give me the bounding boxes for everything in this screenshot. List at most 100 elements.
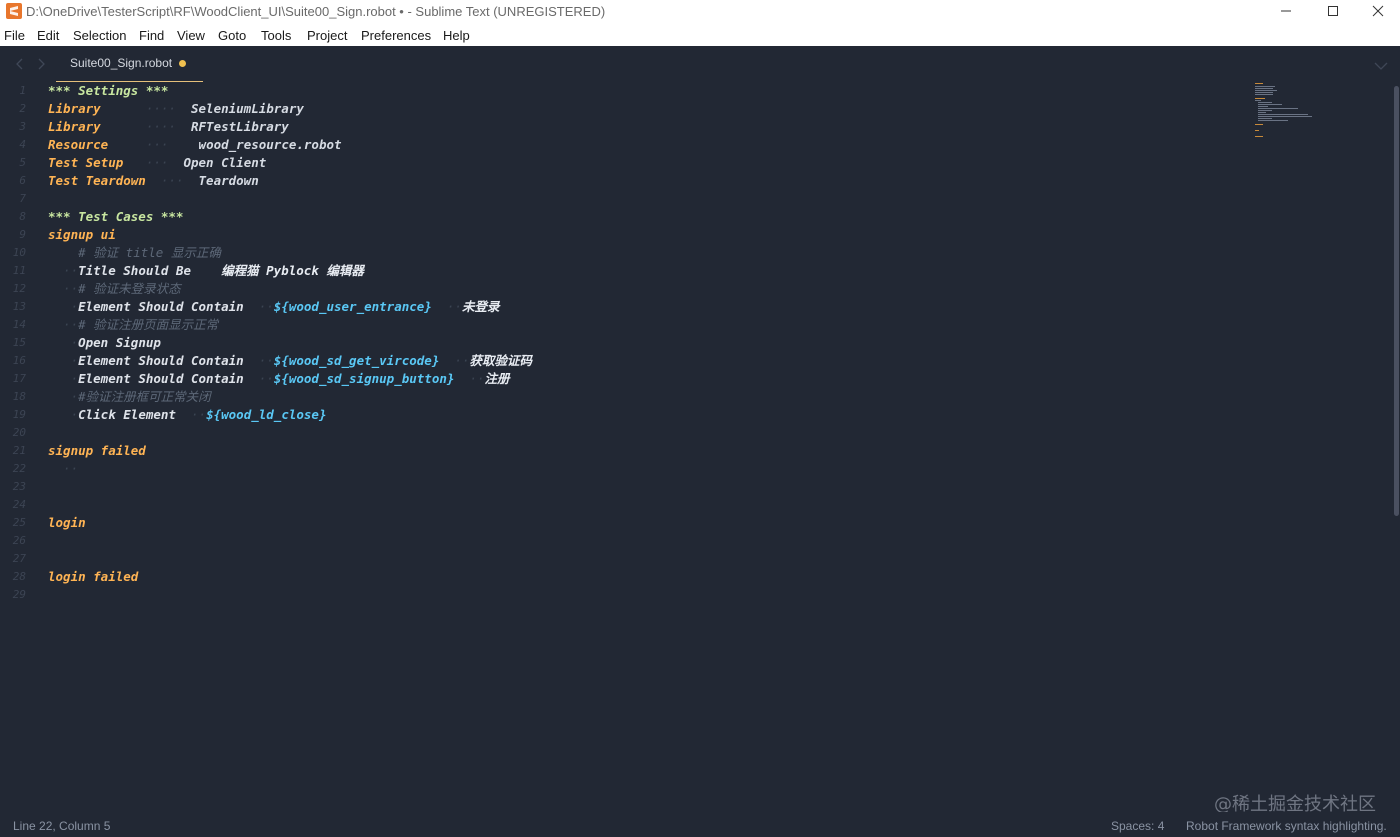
code-line[interactable]: ·· [48, 460, 78, 478]
code-line[interactable]: ··# 验证注册页面显示正常 [48, 316, 218, 334]
code-token-setting: Library [48, 101, 101, 116]
scrollbar-thumb[interactable] [1394, 86, 1399, 516]
menu-edit[interactable]: Edit [37, 28, 59, 43]
menu-project[interactable]: Project [307, 28, 347, 43]
code-token-setting: Library [48, 119, 101, 134]
syntax-selector[interactable]: Robot Framework syntax highlighting. [1186, 819, 1387, 833]
status-bar: Line 22, Column 5 Spaces: 4 Robot Framew… [0, 812, 1400, 837]
code-token-comment: # 验证 title 显示正确 [48, 245, 221, 260]
menu-selection[interactable]: Selection [73, 28, 126, 43]
line-number: 18 [12, 390, 26, 403]
chevron-left-icon[interactable] [14, 57, 26, 70]
code-token-dots: · [48, 335, 79, 350]
chevron-down-icon[interactable] [1374, 58, 1388, 70]
code-line[interactable]: Library ···· RFTestLibrary [48, 118, 289, 136]
code-token-kw: Open Signup [78, 335, 161, 350]
code-token-dots: ·· [48, 317, 79, 332]
line-number: 13 [12, 300, 26, 313]
menu-view[interactable]: View [177, 28, 205, 43]
code-line[interactable]: login [48, 514, 86, 532]
code-token-kw: Click Element [78, 407, 176, 422]
minimize-button[interactable] [1263, 0, 1309, 23]
code-line[interactable]: Test Teardown ··· Teardown [48, 172, 259, 190]
unsaved-dot-icon[interactable] [179, 60, 186, 67]
code-line[interactable]: signup ui [48, 226, 116, 244]
code-token-kw: Element Should Contain [78, 299, 244, 314]
line-number: 14 [12, 318, 26, 331]
maximize-button[interactable] [1310, 0, 1356, 23]
editor-area[interactable]: 1 2 3 4 5 6 7 8 9 10 11 12 13 14 15 16 17 18 19 20 21 22 23 24 2… [0, 82, 1390, 812]
code-line[interactable]: Resource ··· wood_resource.robot [48, 136, 342, 154]
menu-bar: File Edit Selection Find View Goto Tools… [0, 23, 1400, 46]
code-token-comment: #验证注册框可正常关闭 [78, 389, 211, 404]
line-number: 3 [19, 120, 26, 133]
code-line[interactable]: ··Title Should Be 编程猫 Pyblock 编辑器 [48, 262, 364, 280]
code-token-dots: ·· [48, 263, 79, 278]
code-token-dots: ·· [48, 281, 79, 296]
code-line[interactable]: ·Element Should Contain ··${wood_sd_sign… [48, 370, 510, 388]
line-number: 19 [12, 408, 26, 421]
code-token-dots: ···· [100, 101, 191, 116]
line-number: 6 [19, 174, 26, 187]
close-button[interactable] [1355, 0, 1400, 23]
line-number: 2 [19, 102, 26, 115]
code-token-section: *** Settings *** [48, 83, 169, 98]
code-token-dots: ·· [48, 461, 79, 476]
code-token-dots: ··· [108, 137, 192, 152]
line-number: 11 [12, 264, 26, 277]
code-token-value: Open Client [183, 155, 267, 170]
cursor-position[interactable]: Line 22, Column 5 [13, 819, 110, 833]
line-number: 22 [12, 462, 26, 475]
code-line[interactable]: ·Element Should Contain ··${wood_user_en… [48, 298, 500, 316]
menu-preferences[interactable]: Preferences [361, 28, 431, 43]
line-number: 16 [12, 354, 26, 367]
menu-file[interactable]: File [4, 28, 25, 43]
chevron-right-icon[interactable] [35, 57, 47, 70]
window-title: D:\OneDrive\TesterScript\RF\WoodClient_U… [26, 4, 606, 19]
vertical-scrollbar[interactable] [1392, 82, 1400, 812]
code-token-value: RFTestLibrary [191, 119, 289, 134]
line-number: 23 [12, 480, 26, 493]
code-line[interactable]: ·Open Signup [48, 334, 161, 352]
code-token-dots: ···· [100, 119, 191, 134]
code-line[interactable]: signup failed [48, 442, 146, 460]
code-line[interactable]: ·Element Should Contain ··${wood_sd_get_… [48, 352, 532, 370]
menu-tools[interactable]: Tools [261, 28, 291, 43]
tab-label: Suite00_Sign.robot [70, 56, 173, 70]
tab-bar: Suite00_Sign.robot [0, 46, 1400, 82]
code-line[interactable]: ··# 验证未登录状态 [48, 280, 181, 298]
line-number: 4 [19, 138, 26, 151]
code-token-cjk: 未登录 [461, 299, 500, 314]
line-number: 21 [12, 444, 26, 457]
code-line[interactable]: login failed [48, 568, 138, 586]
code-token-dots: ·· [431, 299, 462, 314]
code-token-dots: ·· [243, 353, 274, 368]
minimap[interactable] [1255, 82, 1315, 142]
code-line[interactable]: ·#验证注册框可正常关闭 [48, 388, 211, 406]
code-token-dots: ·· [454, 371, 485, 386]
line-number: 8 [19, 210, 26, 223]
code-line[interactable]: Test Setup ··· Open Client [48, 154, 266, 172]
code-line[interactable]: *** Settings *** [48, 82, 168, 100]
line-number: 10 [12, 246, 26, 259]
code-token-value: SeleniumLibrary [191, 101, 304, 116]
code-token-var: ${wood_sd_get_vircode} [273, 353, 440, 368]
line-number: 12 [12, 282, 26, 295]
indentation-setting[interactable]: Spaces: 4 [1111, 819, 1164, 833]
tab-suite00-sign[interactable]: Suite00_Sign.robot [56, 46, 203, 82]
line-number: 24 [12, 498, 26, 511]
code-token-kw: Element Should Contain [78, 353, 244, 368]
menu-goto[interactable]: Goto [218, 28, 246, 43]
code-token-dots: · [48, 371, 79, 386]
code-line[interactable]: # 验证 title 显示正确 [48, 244, 221, 262]
menu-find[interactable]: Find [139, 28, 164, 43]
code-line[interactable]: Library ···· SeleniumLibrary [48, 100, 304, 118]
code-token-dots: ··· [123, 155, 184, 170]
menu-help[interactable]: Help [443, 28, 470, 43]
code-line[interactable]: ·Click Element ··${wood_ld_close} [48, 406, 327, 424]
code-token-value: Teardown [198, 173, 259, 188]
code-token-var: ${wood_sd_signup_button} [273, 371, 455, 386]
line-number: 25 [12, 516, 26, 529]
code-line[interactable]: *** Test Cases *** [48, 208, 183, 226]
line-number: 17 [12, 372, 26, 385]
